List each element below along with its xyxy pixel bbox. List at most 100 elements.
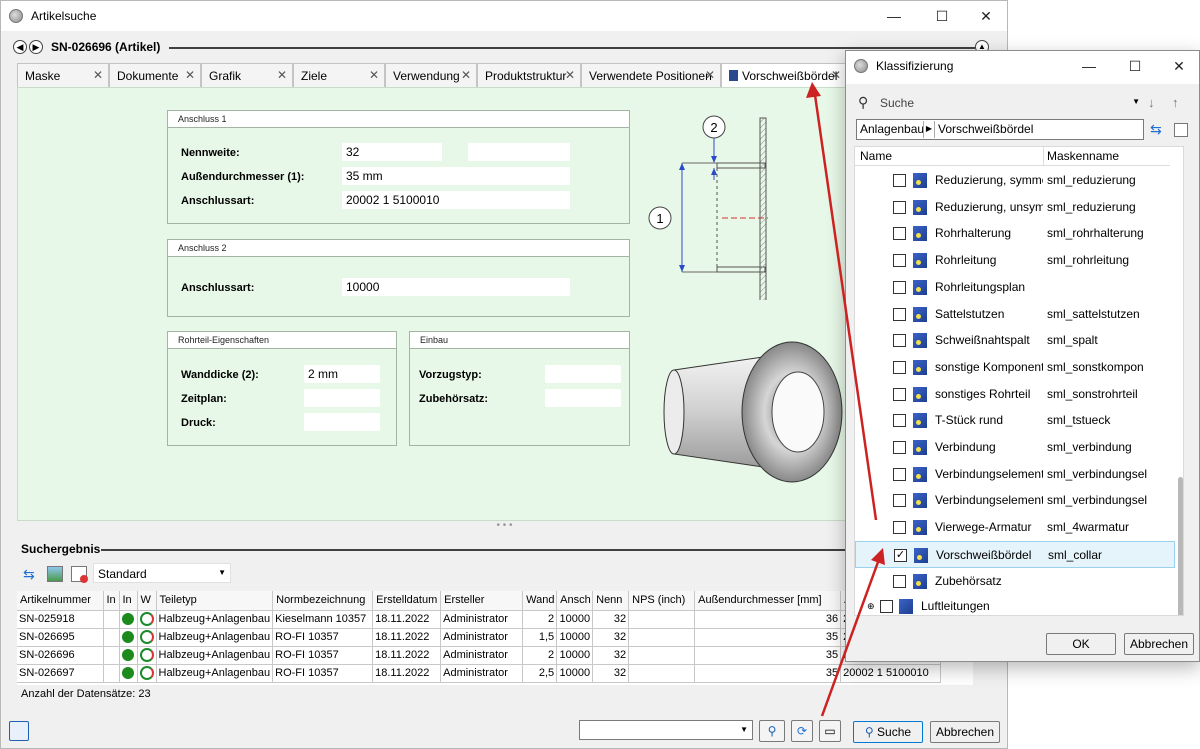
table-cell[interactable]: RO-FI 10357 — [272, 646, 374, 665]
tree-item[interactable]: Verbindung sml_verbindung — [855, 434, 1175, 461]
tree-checkbox[interactable] — [893, 414, 906, 428]
close-button[interactable]: ✕ — [963, 1, 1009, 31]
table-cell[interactable] — [103, 664, 120, 683]
tree-item[interactable]: Rohrleitungsplan — [855, 274, 1175, 301]
table-row[interactable]: SN-026696 Halbzeug+Anlagenbau RO-FI 10357 1… — [17, 646, 942, 665]
tree-checkbox[interactable] — [893, 174, 906, 187]
tab-ziele[interactable]: Ziele ✕ — [293, 63, 385, 87]
close-icon[interactable]: ✕ — [461, 68, 471, 82]
column-header[interactable]: W — [137, 591, 157, 611]
table-cell[interactable]: SN-026696 — [17, 646, 104, 665]
table-cell[interactable] — [137, 646, 157, 665]
vorzugstyp-field[interactable] — [545, 365, 621, 383]
minimize-button[interactable]: — — [871, 1, 917, 31]
table-cell[interactable]: 10000 — [556, 664, 594, 683]
table-cell[interactable]: Administrator — [440, 628, 524, 647]
table-cell[interactable]: Administrator — [440, 664, 524, 683]
tree-checkbox[interactable] — [893, 227, 906, 241]
column-header[interactable]: In — [103, 591, 120, 611]
zubehoersatz-field[interactable] — [545, 389, 621, 407]
table-cell[interactable]: 18.11.2022 — [372, 664, 442, 683]
dialog-minimize-button[interactable]: — — [1066, 51, 1112, 81]
ok-button[interactable]: OK — [1046, 633, 1116, 655]
tree-checkbox[interactable]: ✓ — [894, 548, 907, 562]
table-cell[interactable] — [137, 628, 157, 647]
dialog-search-input[interactable]: ⚲ Suche ▼ — [854, 93, 1144, 113]
table-cell[interactable]: 32 — [592, 664, 630, 683]
tree-scrollbar[interactable] — [1178, 167, 1183, 615]
search-button[interactable]: ⚲ Suche — [853, 721, 923, 743]
druck-field[interactable] — [304, 413, 380, 431]
tree-item[interactable]: sonstiges Rohrteil sml_sonstrohrteil — [855, 381, 1175, 408]
table-cell[interactable] — [103, 610, 120, 629]
dialog-cancel-button[interactable]: Abbrechen — [1124, 633, 1194, 655]
table-cell[interactable]: Halbzeug+Anlagenbau — [156, 610, 274, 629]
column-header[interactable]: In — [119, 591, 138, 611]
close-icon[interactable]: ✕ — [565, 68, 575, 82]
wanddicke-field[interactable]: 2 mm — [304, 365, 380, 383]
tree-checkbox[interactable] — [893, 494, 906, 508]
table-cell[interactable]: SN-025918 — [17, 610, 104, 629]
nennweite-extra-field[interactable] — [468, 143, 570, 161]
table-cell[interactable] — [628, 628, 696, 647]
close-icon[interactable]: ✕ — [831, 68, 841, 82]
table-cell[interactable]: 2 — [522, 610, 558, 629]
view-select[interactable]: Standard ▼ — [93, 563, 231, 583]
table-cell[interactable]: 10000 — [556, 628, 594, 647]
column-header-maskenname[interactable]: Maskenname — [1047, 149, 1119, 163]
table-cell[interactable]: 18.11.2022 — [372, 610, 442, 629]
tree-item[interactable]: Zubehörsatz — [855, 568, 1175, 595]
chevron-down-icon[interactable]: ▼ — [1132, 97, 1140, 106]
maximize-button[interactable]: ☐ — [919, 1, 965, 31]
tree-item[interactable]: Vierwege-Armatur sml_4warmatur — [855, 514, 1175, 541]
table-cell[interactable] — [119, 628, 138, 647]
query-select[interactable]: ▼ — [579, 720, 753, 740]
table-cell[interactable] — [103, 646, 120, 665]
close-icon[interactable]: ✕ — [369, 68, 379, 82]
tree-item[interactable]: T-Stück rund sml_tstueck — [855, 407, 1175, 434]
table-cell[interactable]: 20002 1 5100010 — [840, 664, 942, 683]
tree-checkbox[interactable] — [893, 387, 906, 401]
expand-icon[interactable]: ⊕ — [867, 601, 875, 612]
tree-item-luftleitungen[interactable]: ⊕ Luftleitungen — [855, 593, 1175, 615]
close-icon[interactable]: ✕ — [93, 68, 103, 82]
forward-icon[interactable]: ▶ — [29, 40, 43, 54]
table-cell[interactable]: Halbzeug+Anlagenbau — [156, 664, 274, 683]
table-cell[interactable] — [137, 610, 157, 629]
tree-checkbox[interactable] — [893, 307, 906, 321]
table-cell[interactable]: Halbzeug+Anlagenbau — [156, 628, 274, 647]
table-cell[interactable]: 10000 — [556, 610, 594, 629]
table-cell[interactable]: 18.11.2022 — [372, 646, 442, 665]
refresh-icon[interactable]: ⇆ — [23, 566, 39, 582]
column-header[interactable]: Teiletyp — [156, 591, 274, 611]
tree-item[interactable]: Reduzierung, symmetrisch sml_reduzierung — [855, 167, 1175, 194]
table-cell[interactable]: 1,5 — [522, 628, 558, 647]
tree-item[interactable]: Verbindungselemente sml_verbindungsel — [855, 461, 1175, 488]
eraser-icon[interactable]: ▭ — [819, 720, 841, 742]
sort-ascending-icon[interactable]: ↓ — [1148, 95, 1155, 110]
table-cell[interactable]: 2,5 — [522, 664, 558, 683]
image-export-icon[interactable] — [47, 566, 63, 582]
table-cell[interactable]: 2 — [522, 646, 558, 665]
tab-maske[interactable]: Maske ✕ — [17, 63, 109, 87]
column-header[interactable]: Ansch — [556, 591, 594, 611]
table-row[interactable]: SN-026697 Halbzeug+Anlagenbau RO-FI 10357 1… — [17, 664, 942, 683]
anschlussart-2-field[interactable]: 10000 — [342, 278, 570, 296]
breadcrumb-separator-icon[interactable]: ▶ — [923, 121, 935, 138]
tree-settings-icon[interactable] — [1174, 123, 1188, 137]
tree-checkbox[interactable] — [893, 441, 906, 454]
table-row[interactable]: SN-025918 Halbzeug+Anlagenbau Kieselmann 1… — [17, 610, 942, 629]
table-cell[interactable]: Administrator — [440, 610, 524, 629]
cancel-button[interactable]: Abbrechen — [930, 721, 1000, 743]
tree-item[interactable]: Verbindungselemente sml_verbindungsel — [855, 487, 1175, 514]
table-cell[interactable]: 35 — [694, 664, 842, 683]
table-cell[interactable]: Halbzeug+Anlagenbau — [156, 646, 274, 665]
refresh-icon[interactable]: ⟳ — [791, 720, 813, 742]
table-cell[interactable]: 36 — [694, 610, 842, 629]
column-header[interactable]: Nenn — [592, 591, 630, 611]
back-icon[interactable]: ◀ — [13, 40, 27, 54]
table-cell[interactable]: 35 — [694, 628, 842, 647]
dialog-close-button[interactable]: ✕ — [1156, 51, 1200, 81]
tree-item[interactable]: Rohrhalterung sml_rohrhalterung — [855, 220, 1175, 247]
column-header-name[interactable]: Name — [860, 149, 892, 163]
